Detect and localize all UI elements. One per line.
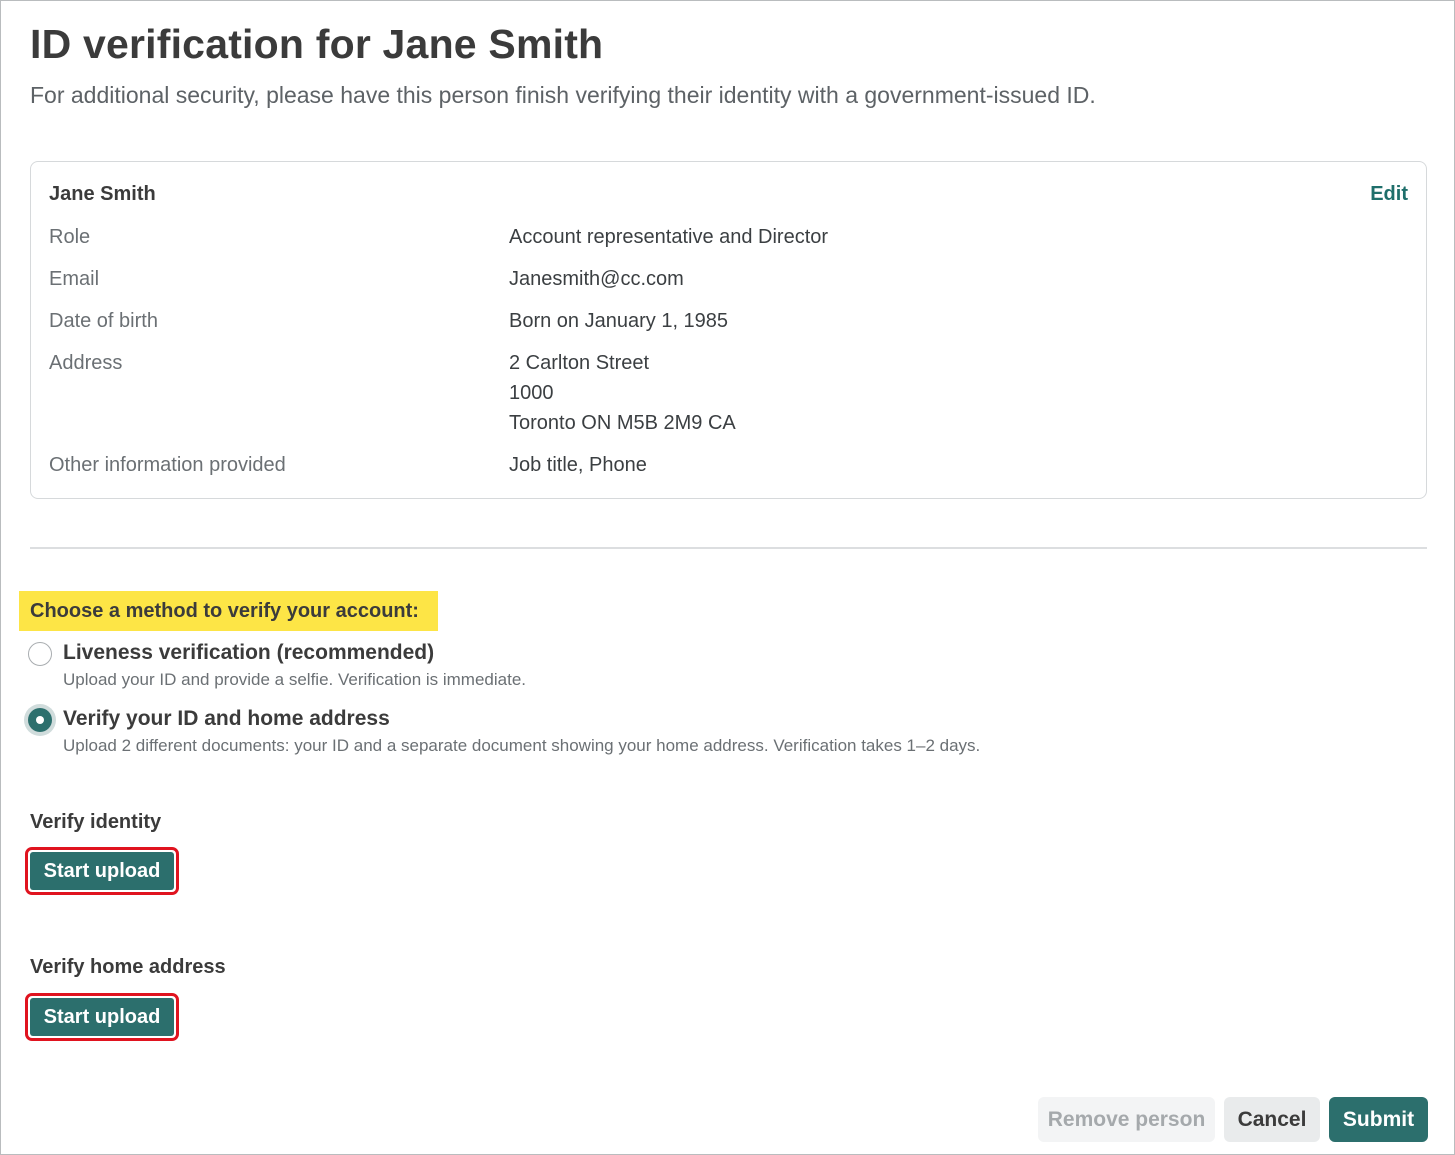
- detail-label: Other information provided: [49, 454, 286, 476]
- option-description-id-address: Upload 2 different documents: your ID an…: [63, 736, 981, 755]
- start-upload-identity-button[interactable]: Start upload: [30, 852, 174, 890]
- option-title-id-address[interactable]: Verify your ID and home address: [63, 707, 390, 731]
- address-line: Toronto ON M5B 2M9 CA: [509, 412, 736, 434]
- person-name: Jane Smith: [49, 183, 156, 205]
- detail-label: Date of birth: [49, 310, 158, 332]
- submit-button[interactable]: Submit: [1329, 1097, 1428, 1142]
- remove-person-button[interactable]: Remove person: [1038, 1097, 1215, 1142]
- radio-liveness-verification[interactable]: [28, 642, 52, 666]
- address-line: 2 Carlton Street: [509, 352, 650, 374]
- person-summary-card: Jane Smith Edit Role Account representat…: [30, 161, 1427, 499]
- detail-value: Janesmith@cc.com: [509, 268, 684, 290]
- detail-label: Role: [49, 226, 91, 248]
- detail-value: Job title, Phone: [509, 454, 647, 476]
- option-description-liveness: Upload your ID and provide a selfie. Ver…: [63, 670, 527, 689]
- edit-link[interactable]: Edit: [1370, 183, 1408, 206]
- detail-label: Address: [49, 352, 123, 374]
- start-upload-address-button[interactable]: Start upload: [30, 998, 174, 1036]
- page-title: ID verification for Jane Smith: [30, 21, 604, 67]
- option-title-liveness[interactable]: Liveness verification (recommended): [63, 641, 434, 665]
- address-upload-annotation: Start upload: [25, 993, 179, 1041]
- detail-label: Email: [49, 268, 100, 290]
- method-heading: Choose a method to verify your account:: [30, 600, 419, 622]
- radio-verify-id-and-address[interactable]: [28, 708, 52, 732]
- dialog-frame: ID verification for Jane Smith For addit…: [0, 0, 1455, 1155]
- detail-value: Born on January 1, 1985: [509, 310, 729, 332]
- verify-home-address-label: Verify home address: [30, 956, 226, 978]
- detail-value: Account representative and Director: [509, 226, 829, 248]
- section-divider: [30, 547, 1427, 549]
- cancel-button[interactable]: Cancel: [1224, 1097, 1320, 1142]
- address-line: 1000: [509, 382, 554, 404]
- page-subtitle: For additional security, please have thi…: [30, 82, 1096, 108]
- identity-upload-annotation: Start upload: [25, 847, 179, 895]
- method-heading-highlight: Choose a method to verify your account:: [19, 591, 438, 631]
- verify-identity-label: Verify identity: [30, 811, 162, 833]
